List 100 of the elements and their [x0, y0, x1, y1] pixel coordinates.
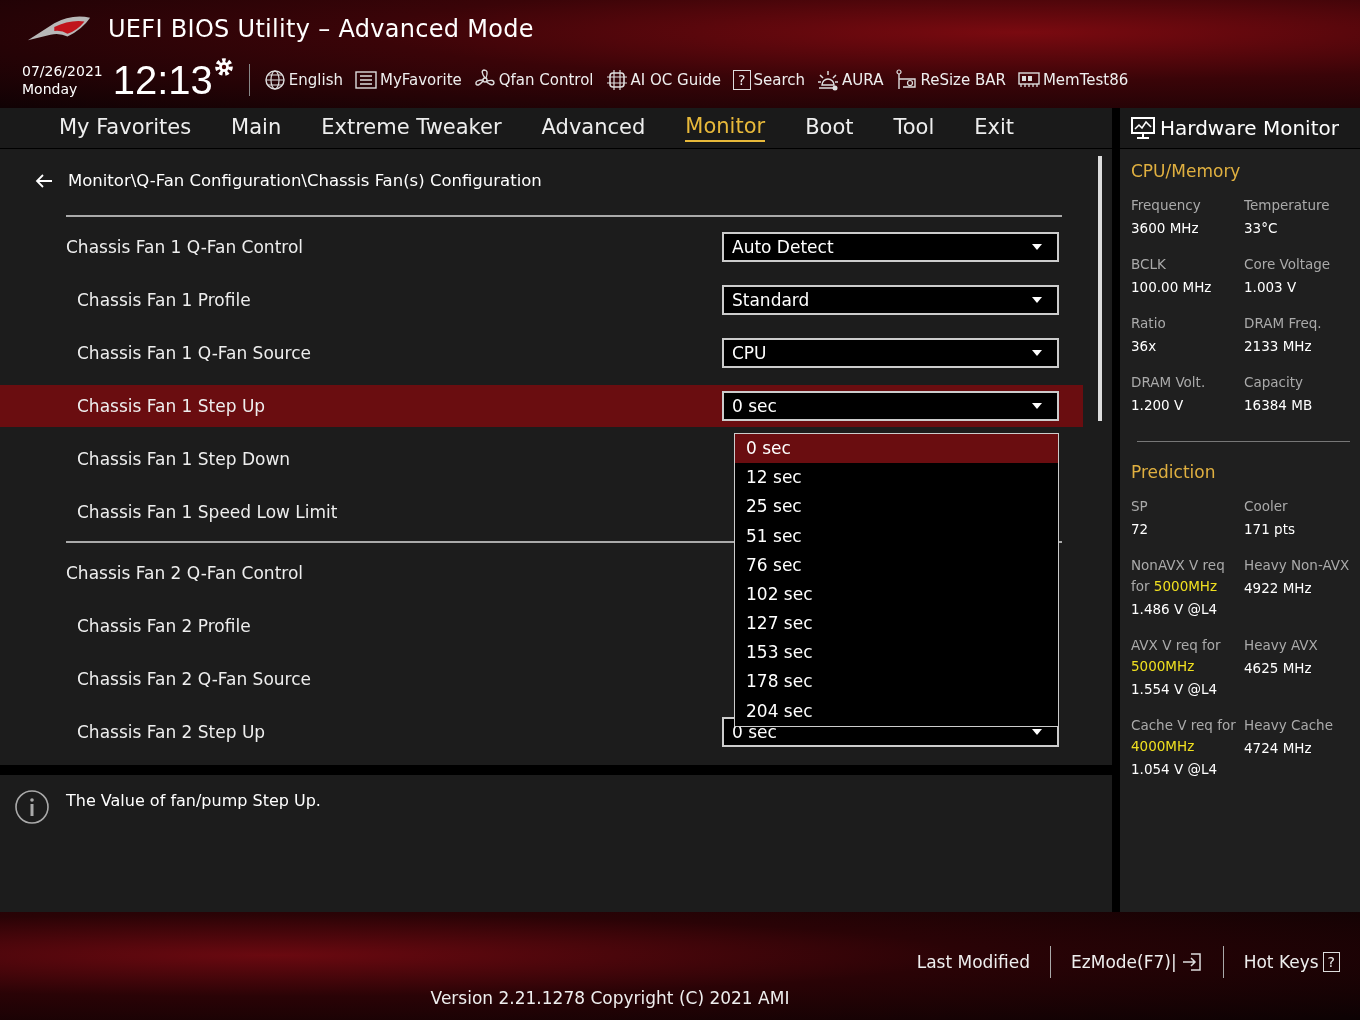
caret-icon	[1031, 401, 1043, 410]
menu-tab[interactable]: Advanced	[541, 114, 646, 141]
menu-tab[interactable]: Monitor	[685, 113, 766, 142]
footer-link[interactable]: Hot Keys	[1243, 952, 1319, 972]
exit-icon	[1180, 951, 1203, 973]
toolbar-button[interactable]: English	[288, 71, 343, 89]
metric-label: DRAM Volt.	[1131, 373, 1207, 392]
back-arrow-icon[interactable]	[34, 172, 54, 189]
toolbar-button[interactable]: Qfan Control	[498, 71, 594, 89]
metric-label: Capacity	[1244, 373, 1304, 392]
help-text: The Value of fan/pump Step Up.	[66, 790, 321, 813]
window-title: UEFI BIOS Utility – Advanced Mode	[108, 15, 534, 43]
caret-icon	[1031, 296, 1043, 305]
list-icon	[355, 69, 377, 91]
metric-value: 4724 MHz	[1244, 740, 1313, 756]
metric-value: 1.486 V @L4	[1131, 601, 1219, 617]
help-icon[interactable]: ?	[1322, 952, 1340, 972]
metric-value: 33°C	[1244, 220, 1279, 236]
setting-label[interactable]: Chassis Fan 1 Step Down	[66, 449, 291, 470]
metric-label: Frequency	[1131, 196, 1202, 215]
version-text: Version 2.21.1278 Copyright (C) 2021 AMI	[430, 988, 790, 1008]
caret-icon	[1031, 243, 1043, 252]
dropdown-value: 0 sec	[732, 395, 777, 416]
toolbar-button[interactable]: AURA	[842, 71, 884, 89]
toolbar-button[interactable]: MyFavorite	[380, 71, 462, 89]
dropdown-option[interactable]: 76 sec	[735, 550, 1058, 580]
clock-text: 12:13	[112, 58, 213, 102]
toolbar-button[interactable]: MemTest86	[1042, 71, 1129, 89]
metric-label: Cooler	[1244, 497, 1289, 516]
menu-tab[interactable]: Tool	[893, 114, 935, 141]
caret-icon	[1031, 349, 1043, 358]
metric-value: 1.200 V	[1131, 397, 1185, 413]
metric-value: 36x	[1131, 338, 1158, 354]
metric-label: Temperature	[1244, 196, 1331, 215]
metric-label: Heavy AVX	[1244, 636, 1319, 655]
dropdown-option[interactable]: 127 sec	[735, 609, 1058, 639]
selected-row-highlight[interactable]: Chassis Fan 1 Step Up 0 sec	[0, 384, 1083, 427]
breadcrumb: Monitor\Q-Fan Configuration\Chassis Fan(s) Configuration	[68, 171, 542, 191]
metric-value: 100.00 MHz	[1131, 279, 1213, 295]
setting-label[interactable]: Chassis Fan 1 Speed Low Limit	[66, 502, 338, 523]
help-icon[interactable]: ?	[733, 70, 751, 90]
dropdown[interactable]: CPU	[722, 338, 1059, 369]
metric-value: 4625 MHz	[1244, 660, 1313, 676]
footer-link[interactable]: Last Modified	[916, 952, 1031, 972]
dropdown[interactable]: Standard	[722, 285, 1059, 316]
metric-label: Heavy Cache	[1244, 716, 1334, 735]
menu-tab[interactable]: My Favorites	[59, 114, 192, 141]
metric-value: 1.054 V @L4	[1131, 761, 1219, 777]
metric-value: 171 pts	[1244, 521, 1296, 537]
settings-icon[interactable]	[212, 56, 235, 78]
dropdown-option[interactable]: 178 sec	[735, 667, 1058, 697]
section-heading: CPU/Memory	[1131, 161, 1242, 181]
metric-label: DRAM Freq.	[1244, 314, 1323, 333]
setting-label[interactable]: Chassis Fan 1 Q-Fan Source	[66, 343, 311, 364]
metric-value: 2133 MHz	[1244, 338, 1313, 354]
metric-value: 16384 MB	[1244, 397, 1314, 413]
scrollbar[interactable]	[1098, 155, 1102, 421]
metric-label: Ratio	[1131, 314, 1167, 333]
section-heading: Prediction	[1131, 462, 1217, 482]
toolbar-button[interactable]: Search	[753, 71, 806, 89]
globe-icon	[263, 69, 286, 91]
dropdown-option[interactable]: 0 sec	[735, 433, 1058, 464]
monitor-icon	[1130, 116, 1156, 140]
setting-label[interactable]: Chassis Fan 2 Profile	[66, 616, 251, 637]
metric-label: Cache V req for 4000MHz	[1131, 716, 1237, 756]
dropdown-option[interactable]: 12 sec	[735, 463, 1058, 493]
menu-tab[interactable]: Boot	[805, 114, 854, 141]
dropdown-option[interactable]: 25 sec	[735, 492, 1058, 522]
metric-value: 1.003 V	[1244, 279, 1298, 295]
dropdown-value: Auto Detect	[732, 237, 834, 258]
dropdown-value: Standard	[732, 290, 810, 311]
setting-label[interactable]: Chassis Fan 2 Q-Fan Control	[66, 563, 304, 584]
metric-value: 72	[1131, 521, 1150, 537]
dropdown-option[interactable]: 51 sec	[735, 521, 1058, 551]
metric-label: SP	[1131, 497, 1149, 516]
metric-value: 3600 MHz	[1131, 220, 1200, 236]
setting-label[interactable]: Chassis Fan 1 Q-Fan Control	[66, 237, 304, 258]
setting-label[interactable]: Chassis Fan 1 Step Up	[66, 395, 266, 416]
dropdown[interactable]: 0 sec	[722, 390, 1059, 421]
metric-value: 1.554 V @L4	[1131, 681, 1219, 697]
footer-link[interactable]: EzMode(F7)|	[1071, 952, 1177, 972]
dropdown-option[interactable]: 102 sec	[735, 579, 1058, 610]
setting-label[interactable]: Chassis Fan 2 Step Up	[66, 722, 266, 743]
light-icon	[817, 69, 840, 91]
dropdown[interactable]: Auto Detect	[722, 232, 1059, 263]
metric-label: Core Voltage	[1244, 255, 1332, 274]
dropdown-value: CPU	[732, 343, 767, 364]
toolbar-button[interactable]: ReSize BAR	[920, 71, 1006, 89]
metric-label: AVX V req for 5000MHz	[1131, 636, 1222, 676]
menu-tab[interactable]: Main	[231, 114, 282, 141]
dropdown-option[interactable]: 153 sec	[735, 638, 1058, 668]
toolbar-button[interactable]: AI OC Guide	[630, 71, 722, 89]
info-icon	[14, 789, 50, 826]
metric-label: Heavy Non-AVX	[1244, 556, 1351, 575]
date-text: 07/26/2021	[22, 62, 103, 80]
setting-label[interactable]: Chassis Fan 1 Profile	[66, 290, 251, 311]
card-icon	[895, 69, 918, 91]
menu-tab[interactable]: Exit	[974, 114, 1015, 141]
menu-tab[interactable]: Extreme Tweaker	[321, 114, 502, 141]
setting-label[interactable]: Chassis Fan 2 Q-Fan Source	[66, 669, 311, 690]
